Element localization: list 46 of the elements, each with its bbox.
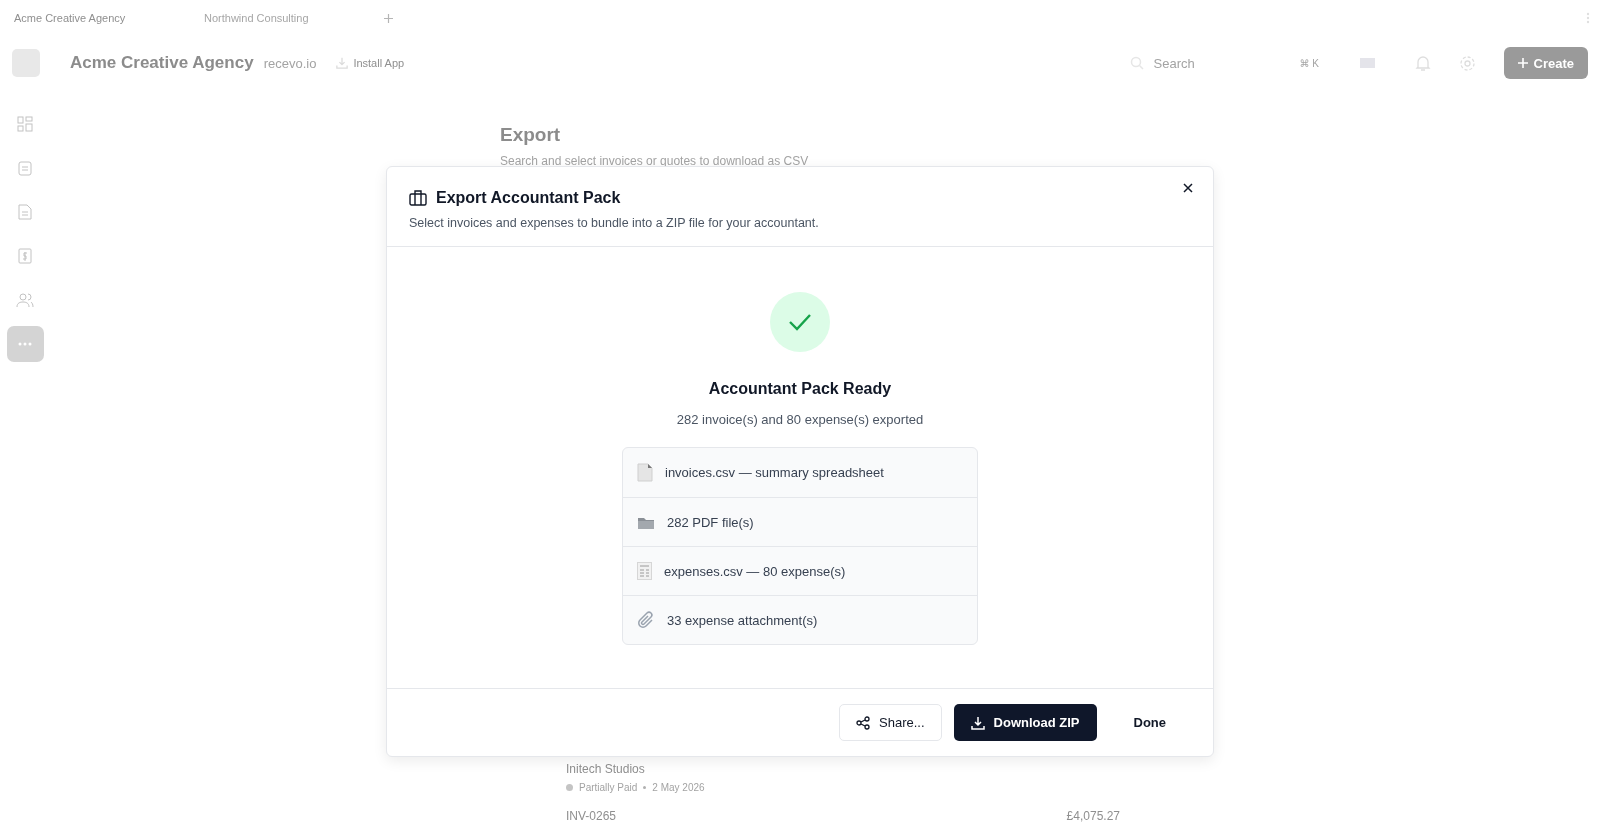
receipt-icon bbox=[637, 562, 652, 580]
result-summary: 282 invoice(s) and 80 expense(s) exported bbox=[676, 412, 924, 427]
page-subtitle: Search and select invoices or quotes to download as CSV bbox=[500, 154, 810, 168]
workspace-tab[interactable]: Northwind Consulting bbox=[204, 12, 374, 24]
workspace-tab[interactable]: Acme Creative Agency bbox=[14, 12, 194, 24]
close-button[interactable] bbox=[1181, 181, 1195, 195]
page-title: Export bbox=[500, 124, 562, 146]
notifications-icon[interactable] bbox=[1414, 54, 1431, 72]
plus-icon bbox=[1517, 58, 1528, 68]
file-label: expenses.csv — 80 expense(s) bbox=[664, 563, 846, 579]
document-icon bbox=[18, 204, 32, 220]
file-label: invoices.csv — summary spreadsheet bbox=[665, 465, 884, 480]
workspace-name: Acme Creative Agency bbox=[70, 53, 254, 73]
invoice-number: INV-0265 bbox=[566, 809, 617, 823]
invoice-status: Partially Paid bbox=[579, 782, 638, 793]
share-button[interactable]: Share... bbox=[839, 704, 942, 741]
grid-icon bbox=[17, 116, 33, 132]
document-icon bbox=[637, 463, 653, 482]
shortcut-hint: ⌘ K bbox=[1299, 57, 1320, 69]
sidebar-item[interactable] bbox=[6, 326, 44, 362]
search-icon bbox=[1129, 56, 1144, 70]
result-title: Accountant Pack Ready bbox=[708, 380, 892, 398]
clipboard-icon bbox=[18, 160, 32, 176]
download-icon bbox=[970, 715, 985, 730]
invoice-date: 2 May 2026 bbox=[652, 782, 705, 793]
file-label: 282 PDF file(s) bbox=[667, 514, 754, 530]
share-icon bbox=[856, 715, 870, 730]
checkmark-icon bbox=[788, 313, 812, 331]
invoice-amount: £4,075.27 bbox=[1066, 809, 1120, 823]
dollar-icon bbox=[18, 248, 32, 264]
download-button[interactable]: Download ZIP bbox=[953, 704, 1097, 741]
file-label: 33 expense attachment(s) bbox=[667, 612, 818, 628]
install-app-button[interactable]: Install App bbox=[330, 56, 411, 70]
dialog-title: Export Accountant Pack bbox=[436, 189, 621, 207]
client-name: Initech Studios bbox=[566, 762, 646, 776]
dialog-description: Select invoices and expenses to bundle into a ZIP file for your accountant. bbox=[409, 216, 820, 230]
paperclip-icon bbox=[637, 611, 655, 629]
briefcase-icon bbox=[409, 190, 427, 206]
settings-icon[interactable] bbox=[1458, 54, 1476, 72]
create-button[interactable]: Create bbox=[1503, 47, 1588, 79]
more-icon bbox=[18, 342, 32, 346]
separator-dot-icon bbox=[643, 786, 647, 789]
download-icon bbox=[336, 57, 349, 69]
plus-icon[interactable] bbox=[384, 13, 393, 23]
workspace-domain: recevo.io bbox=[263, 55, 317, 71]
users-icon bbox=[16, 292, 34, 308]
